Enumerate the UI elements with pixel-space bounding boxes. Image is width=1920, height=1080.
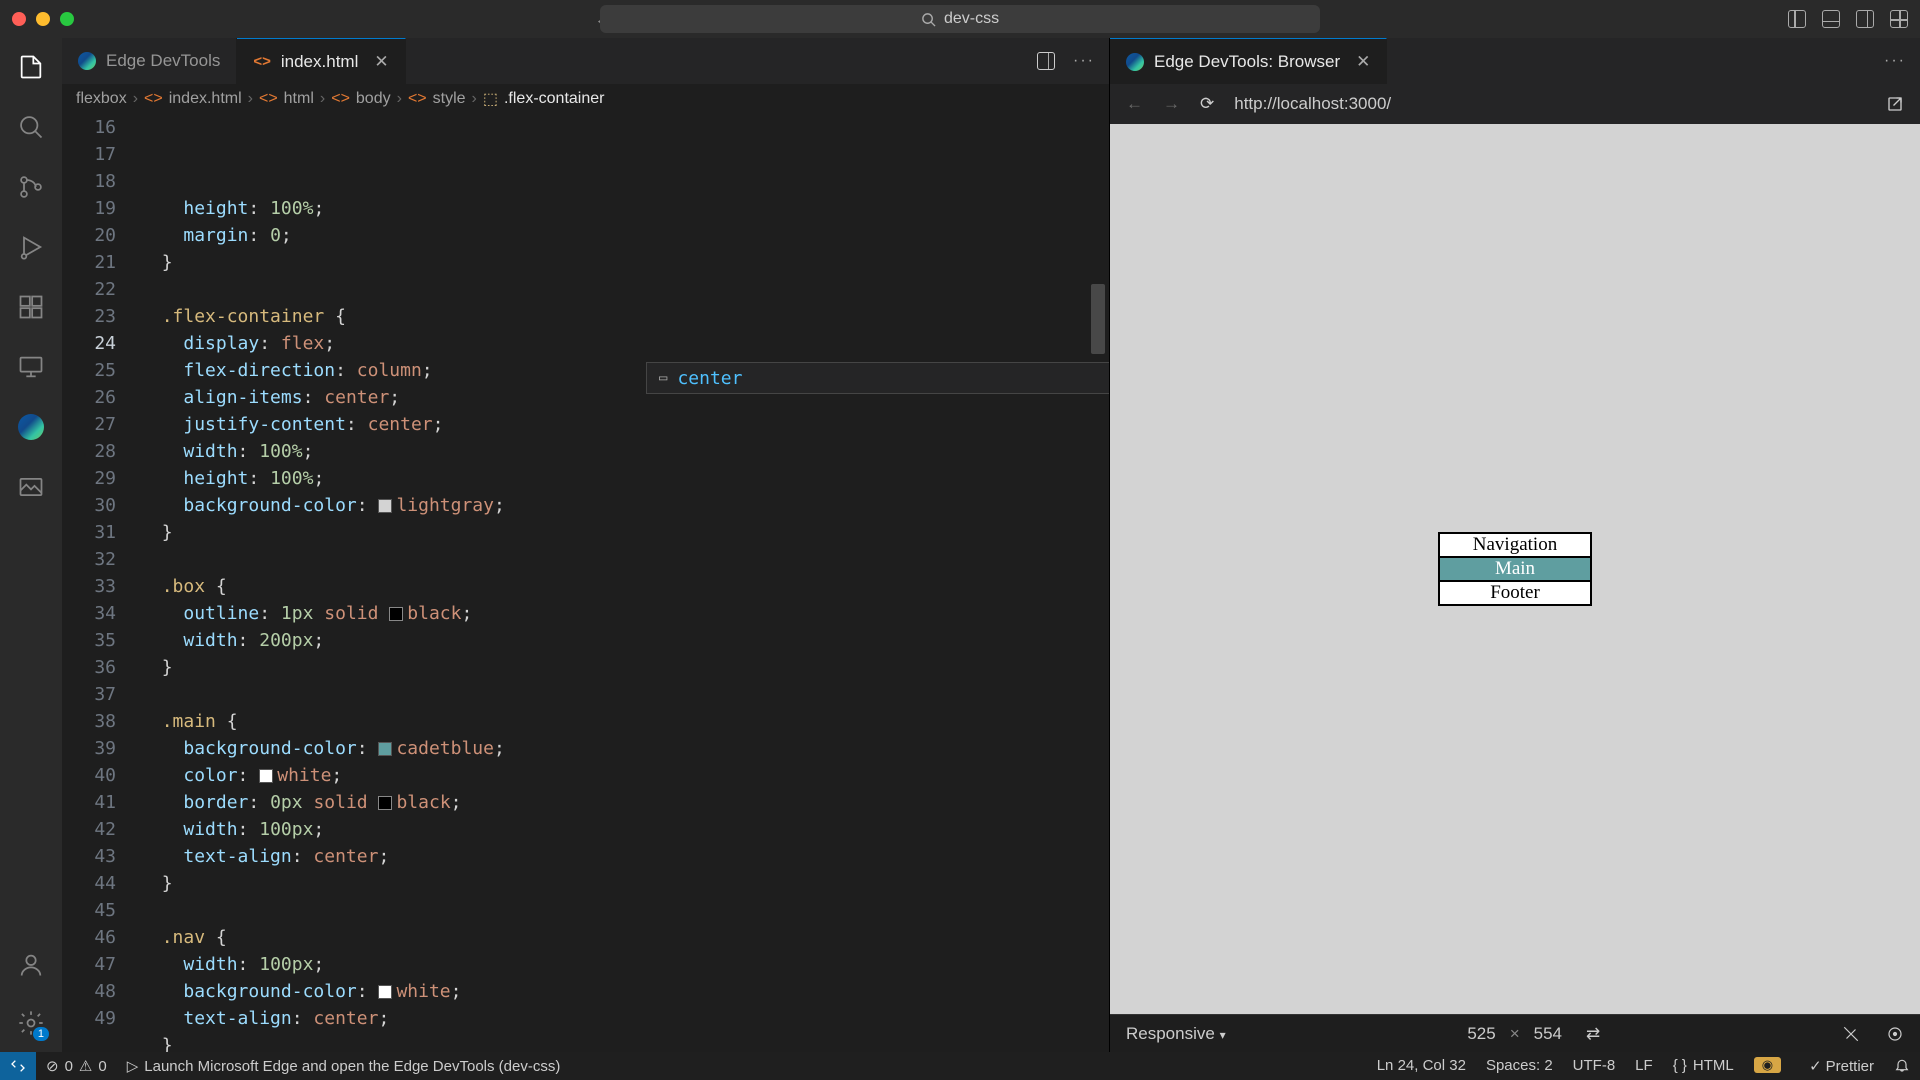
toggle-secondary-sidebar-icon[interactable] [1856, 10, 1874, 28]
breadcrumb-item[interactable]: body [356, 90, 391, 108]
breadcrumbs[interactable]: flexbox› <>index.html› <>html› <>body› <… [62, 84, 1109, 114]
launch-task[interactable]: ▷ Launch Microsoft Edge and open the Edg… [117, 1052, 571, 1080]
preview-footer-box: Footer [1439, 581, 1591, 605]
customize-layout-icon[interactable] [1890, 10, 1908, 28]
breadcrumb-item[interactable]: style [433, 90, 466, 108]
remote-explorer-icon[interactable] [16, 352, 46, 382]
inspect-icon[interactable] [1886, 1025, 1904, 1043]
encoding[interactable]: UTF-8 [1563, 1057, 1626, 1074]
prettier-status[interactable]: ✓ Prettier [1799, 1057, 1884, 1075]
accounts-icon[interactable] [16, 950, 46, 980]
tab-label: index.html [281, 52, 358, 72]
browser-reload-button[interactable]: ⟳ [1200, 94, 1214, 114]
warning-icon: ⚠ [79, 1057, 92, 1075]
suggest-label: center [677, 365, 742, 392]
problems-indicator[interactable]: ⊘0 ⚠0 [36, 1052, 117, 1080]
tab-label: Edge DevTools: Browser [1154, 52, 1340, 72]
window-controls [12, 12, 74, 26]
settings-gear-icon[interactable]: 1 [16, 1008, 46, 1038]
screencast-icon[interactable]: ◉ [1744, 1057, 1799, 1073]
more-actions-icon[interactable]: ··· [1884, 52, 1906, 70]
close-window-button[interactable] [12, 12, 26, 26]
browser-toolbar: ← → ⟳ http://localhost:3000/ [1110, 84, 1920, 124]
code-editor[interactable]: 1617181920212223242526272829303132333435… [62, 114, 1109, 1052]
extensions-icon[interactable] [16, 292, 46, 322]
toggle-sidebar-icon[interactable] [1788, 10, 1806, 28]
search-text: dev-css [944, 10, 999, 28]
run-debug-icon[interactable] [16, 232, 46, 262]
rotate-icon[interactable]: ⇄ [1586, 1024, 1600, 1044]
error-icon: ⊘ [46, 1057, 59, 1075]
line-number-gutter: 1617181920212223242526272829303132333435… [62, 114, 140, 1052]
tab-index-html[interactable]: <> index.html ✕ [237, 38, 405, 84]
browser-viewport[interactable]: Navigation Main Footer [1110, 124, 1920, 1014]
close-icon[interactable]: ✕ [374, 52, 388, 72]
open-external-icon[interactable] [1886, 95, 1904, 113]
eol[interactable]: LF [1625, 1057, 1663, 1074]
cursor-position[interactable]: Ln 24, Col 32 [1367, 1057, 1476, 1074]
breadcrumb-item[interactable]: .flex-container [504, 90, 605, 108]
breadcrumb-item[interactable]: flexbox [76, 90, 127, 108]
html-file-icon: <> [253, 53, 271, 70]
debug-icon: ▷ [127, 1057, 139, 1075]
command-center-search[interactable]: dev-css [600, 5, 1320, 33]
tab-label: Edge DevTools [106, 51, 220, 71]
tab-edge-browser[interactable]: Edge DevTools: Browser ✕ [1110, 38, 1387, 84]
language-mode[interactable]: { } HTML [1663, 1057, 1744, 1074]
browser-forward-button[interactable]: → [1163, 94, 1180, 114]
editor-tabs-left: Edge DevTools <> index.html ✕ ··· [62, 38, 1109, 84]
settings-badge: 1 [33, 1027, 49, 1041]
tab-edge-devtools[interactable]: Edge DevTools [62, 38, 237, 84]
code-content[interactable]: ▭ center height: 100%; margin: 0; } .fle… [140, 114, 1109, 1052]
minimize-window-button[interactable] [36, 12, 50, 26]
toggle-panel-icon[interactable] [1822, 10, 1840, 28]
image-viewer-icon[interactable] [16, 472, 46, 502]
close-icon[interactable]: ✕ [1356, 52, 1370, 72]
editor-tabs-right: Edge DevTools: Browser ✕ ··· [1110, 38, 1920, 84]
snippet-icon: ▭ [659, 365, 667, 392]
source-control-icon[interactable] [16, 172, 46, 202]
search-activity-icon[interactable] [16, 112, 46, 142]
preview-flex-container: Navigation Main Footer [1438, 532, 1592, 606]
fullscreen-window-button[interactable] [60, 12, 74, 26]
viewport-height[interactable]: 554 [1534, 1024, 1562, 1044]
preview-nav-box: Navigation [1439, 533, 1591, 557]
edge-tools-icon[interactable] [16, 412, 46, 442]
editor-scrollbar[interactable] [1091, 284, 1105, 354]
edge-icon [78, 52, 96, 70]
explorer-icon[interactable] [16, 52, 46, 82]
activity-bar: 1 [0, 38, 62, 1052]
notifications-icon[interactable] [1884, 1057, 1920, 1073]
preview-main-box: Main [1439, 557, 1591, 581]
browser-url[interactable]: http://localhost:3000/ [1234, 94, 1866, 114]
dimension-separator: × [1510, 1024, 1520, 1044]
edge-icon [1126, 53, 1144, 71]
titlebar: ← → dev-css [0, 0, 1920, 38]
breadcrumb-item[interactable]: html [284, 90, 314, 108]
suggest-widget[interactable]: ▭ center [646, 362, 1109, 394]
indentation[interactable]: Spaces: 2 [1476, 1057, 1563, 1074]
viewport-width[interactable]: 525 [1467, 1024, 1495, 1044]
browser-back-button[interactable]: ← [1126, 94, 1143, 114]
split-editor-icon[interactable] [1037, 52, 1055, 70]
breadcrumb-item[interactable]: index.html [169, 90, 242, 108]
status-bar: ⊘0 ⚠0 ▷ Launch Microsoft Edge and open t… [0, 1052, 1920, 1080]
more-actions-icon[interactable]: ··· [1073, 52, 1095, 70]
browser-status-bar: Responsive ▾ 525 × 554 ⇄ [1110, 1014, 1920, 1052]
screenshot-icon[interactable] [1842, 1025, 1860, 1043]
remote-indicator[interactable] [0, 1052, 36, 1080]
search-icon [921, 12, 936, 27]
device-dropdown[interactable]: Responsive ▾ [1126, 1024, 1226, 1044]
